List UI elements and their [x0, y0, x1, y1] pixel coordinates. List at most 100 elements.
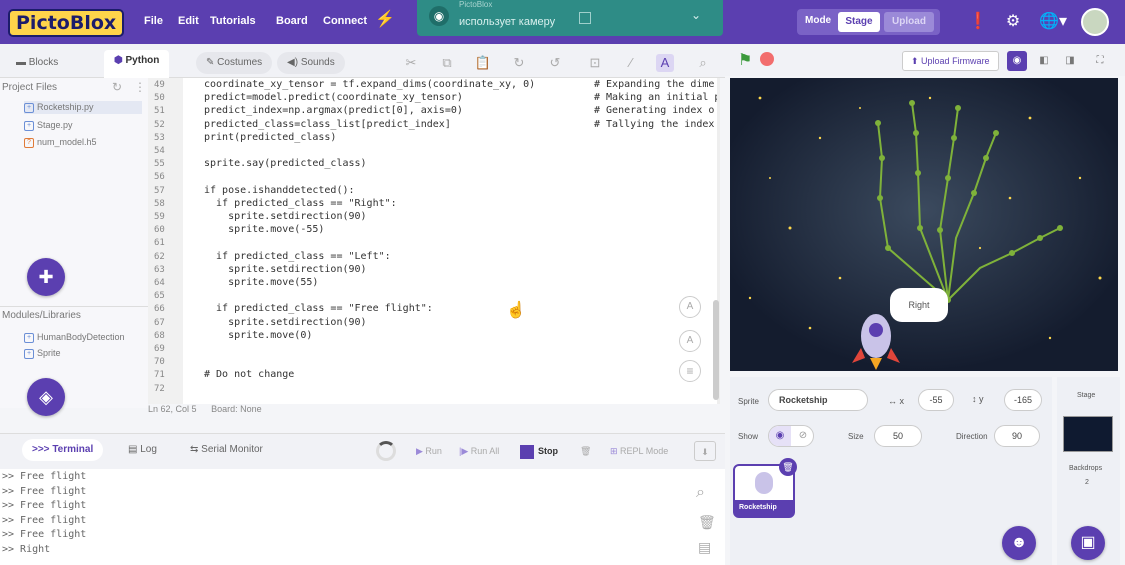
- plug-icon[interactable]: ⚡: [375, 9, 395, 31]
- code-line[interactable]: if pose.ishanddetected():: [204, 185, 355, 196]
- large-stage-icon[interactable]: ◨: [1060, 51, 1080, 71]
- delete-sprite-icon[interactable]: 🗑: [779, 458, 797, 476]
- cursor-hand-icon: ☝: [506, 302, 526, 319]
- feedback-icon[interactable]: ❗: [967, 11, 989, 33]
- direction-input[interactable]: 90: [994, 425, 1040, 447]
- reset-zoom-icon[interactable]: ≡: [679, 360, 701, 382]
- copy-icon[interactable]: ⧉: [438, 54, 456, 72]
- stage-thumbnail[interactable]: [1063, 416, 1113, 452]
- file-item[interactable]: + Stage.py: [24, 119, 73, 132]
- code-comment[interactable]: # Tallying the index: [594, 119, 714, 130]
- search-icon[interactable]: ⌕: [694, 54, 712, 72]
- avatar[interactable]: [1081, 8, 1109, 36]
- code-line[interactable]: sprite.setdirection(90): [204, 211, 366, 222]
- code-comment[interactable]: # Expanding the dime: [594, 79, 714, 90]
- cut-icon[interactable]: ✂: [402, 54, 420, 72]
- module-item[interactable]: + HumanBodyDetection: [24, 331, 125, 344]
- small-stage-icon[interactable]: ◧: [1034, 51, 1054, 71]
- menu-tutorials[interactable]: Tutorials: [210, 15, 256, 27]
- search-icon[interactable]: ⌕: [696, 484, 705, 502]
- code-line[interactable]: if predicted_class == "Right":: [204, 198, 397, 209]
- menu-board[interactable]: Board: [276, 15, 308, 27]
- code-line[interactable]: predict_index=np.argmax(predict[0], axis…: [204, 105, 463, 116]
- upload-firmware-button[interactable]: ⬆ Upload Firmware: [902, 51, 999, 71]
- green-flag-icon[interactable]: ⚑: [738, 50, 752, 70]
- code-line[interactable]: sprite.say(predicted_class): [204, 158, 367, 169]
- tab-sounds[interactable]: ◀) Sounds: [277, 52, 345, 74]
- eye-icon[interactable]: ◉: [769, 426, 791, 446]
- run-button[interactable]: ▶ Run: [416, 441, 442, 461]
- fullscreen-icon[interactable]: ⛶: [1090, 51, 1110, 71]
- file-item[interactable]: + Rocketship.py: [24, 101, 142, 114]
- code-line[interactable]: coordinate_xy_tensor = tf.expand_dims(co…: [204, 79, 535, 90]
- size-input[interactable]: 50: [874, 425, 922, 447]
- save-log-icon[interactable]: ▤: [698, 539, 711, 556]
- line-number: 68: [154, 330, 165, 341]
- module-item[interactable]: + Sprite: [24, 347, 61, 360]
- refresh-icon[interactable]: ↻: [112, 80, 122, 94]
- add-sprite-button[interactable]: ☻: [1002, 526, 1036, 560]
- gear-icon[interactable]: ⚙: [1002, 11, 1024, 33]
- code-line[interactable]: sprite.move(55): [204, 277, 318, 288]
- tab-python[interactable]: ⬢ Python: [104, 50, 170, 78]
- more-icon[interactable]: ⋮: [134, 80, 146, 94]
- scrollbar-thumb[interactable]: [713, 300, 719, 400]
- visibility-toggle[interactable]: ◉ ⊘: [768, 425, 814, 447]
- zoom-out-icon[interactable]: A: [679, 330, 701, 352]
- menu-connect[interactable]: Connect: [323, 15, 367, 27]
- format-icon[interactable]: ⊡: [586, 54, 604, 72]
- repl-mode-button[interactable]: ⊞ REPL Mode: [610, 441, 668, 461]
- globe-icon[interactable]: 🌐▾: [1038, 11, 1068, 33]
- terminal-output[interactable]: [0, 469, 725, 565]
- stage-canvas[interactable]: Right: [730, 78, 1118, 371]
- y-input[interactable]: -165: [1004, 389, 1042, 411]
- camera-icon[interactable]: ◉: [1007, 51, 1027, 71]
- tab-serial-monitor[interactable]: ⇆ Serial Monitor: [180, 439, 273, 461]
- add-module-button[interactable]: ◈: [27, 378, 65, 416]
- stop-sign-icon[interactable]: [760, 52, 774, 66]
- code-line[interactable]: predicted_class=class_list[predict_index…: [204, 119, 451, 130]
- project-files-title: Project Files: [2, 82, 58, 93]
- tab-log[interactable]: ▤ Log: [118, 439, 167, 461]
- code-line[interactable]: predict=model.predict(coordinate_xy_tens…: [204, 92, 463, 103]
- tab-blocks[interactable]: ▬ Blocks: [6, 52, 68, 74]
- code-editor[interactable]: 49 coordinate_xy_tensor = tf.expand_dims(…: [148, 78, 720, 404]
- code-line[interactable]: sprite.setdirection(90): [204, 264, 366, 275]
- run-all-button[interactable]: |▶ Run All: [459, 441, 499, 461]
- add-backdrop-button[interactable]: ▣: [1071, 526, 1105, 560]
- stop-button[interactable]: Stop: [520, 441, 558, 461]
- zoom-in-icon[interactable]: A: [679, 296, 701, 318]
- clear-button[interactable]: 🗑: [580, 441, 591, 461]
- code-line[interactable]: if predicted_class == "Free flight":: [204, 303, 433, 314]
- add-extension-button[interactable]: ✚: [27, 258, 65, 296]
- python-file-icon: +: [24, 120, 34, 131]
- trash-icon[interactable]: 🗑: [698, 514, 716, 531]
- mode-label: Mode: [805, 15, 832, 26]
- font-size-icon[interactable]: A: [656, 54, 674, 72]
- download-icon[interactable]: ⬇: [694, 441, 716, 461]
- menu-file[interactable]: File: [144, 15, 163, 27]
- tab-terminal[interactable]: >>> Terminal: [22, 439, 104, 461]
- redo-icon[interactable]: ↻: [510, 54, 528, 72]
- code-comment[interactable]: # Generating index o: [594, 105, 714, 116]
- paste-icon[interactable]: 📋: [474, 54, 492, 72]
- file-item[interactable]: ? num_model.h5: [24, 136, 97, 149]
- code-line[interactable]: sprite.move(0): [204, 330, 312, 341]
- menu-edit[interactable]: Edit: [178, 15, 199, 27]
- eye-off-icon[interactable]: ⊘: [793, 426, 813, 446]
- code-line[interactable]: print(predicted_class): [204, 132, 336, 143]
- mode-upload-button[interactable]: Upload: [884, 12, 934, 32]
- code-line[interactable]: if predicted_class == "Left":: [204, 251, 391, 262]
- mode-stage-button[interactable]: Stage: [838, 12, 880, 32]
- tab-costumes[interactable]: ✎ Costumes: [196, 52, 273, 74]
- x-input[interactable]: -55: [918, 389, 954, 411]
- stop-share-icon[interactable]: [579, 12, 591, 24]
- sprite-name-input[interactable]: Rocketship: [768, 389, 868, 411]
- code-line[interactable]: sprite.setdirection(90): [204, 317, 366, 328]
- undo-icon[interactable]: ↺: [546, 54, 564, 72]
- code-line[interactable]: # Do not change: [204, 369, 294, 380]
- wand-icon[interactable]: ⁄: [622, 54, 640, 72]
- code-line[interactable]: sprite.move(-55): [204, 224, 324, 235]
- code-comment[interactable]: # Making an initial p: [594, 92, 720, 103]
- chevron-down-icon[interactable]: ⌄: [691, 8, 701, 22]
